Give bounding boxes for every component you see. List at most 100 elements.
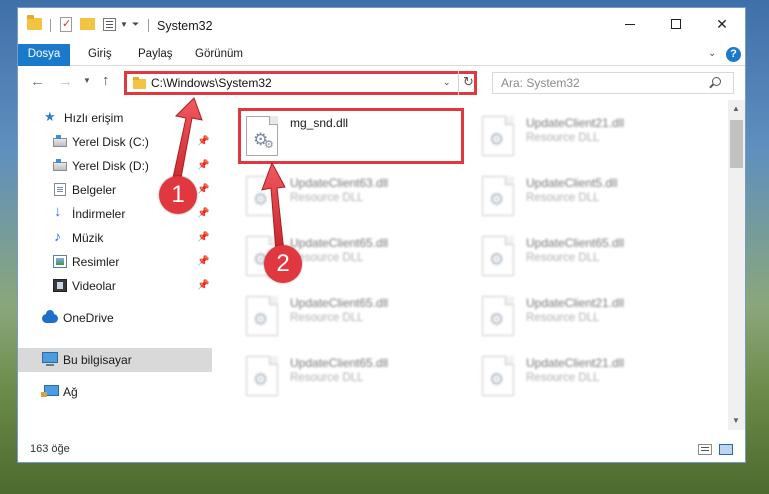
- file-type: Resource DLL: [526, 312, 600, 324]
- file-item[interactable]: ⚙ UpdateClient21.dll Resource DLL: [474, 348, 704, 404]
- pin-icon[interactable]: 📌: [197, 280, 209, 291]
- cloud-icon: [42, 310, 58, 323]
- gear-icon: ⚙: [253, 310, 269, 329]
- search-input[interactable]: Ara: System32: [492, 72, 734, 94]
- pin-icon[interactable]: 📌: [197, 136, 209, 147]
- scroll-down-icon[interactable]: ▼: [732, 416, 740, 425]
- file-name: UpdateClient65.dll: [526, 236, 625, 250]
- file-item[interactable]: ⚙ UpdateClient65.dll Resource DLL: [238, 348, 468, 404]
- new-folder-icon[interactable]: [80, 18, 95, 30]
- pin-icon[interactable]: 📌: [197, 256, 209, 267]
- view-options-icon[interactable]: [103, 18, 116, 31]
- vertical-scrollbar[interactable]: ▲ ▼: [728, 100, 745, 430]
- properties-icon[interactable]: [60, 17, 72, 32]
- tab-home[interactable]: Giriş: [78, 44, 122, 66]
- up-arrow-icon[interactable]: ↑: [102, 72, 110, 89]
- file-type: Resource DLL: [526, 372, 600, 384]
- address-dropdown-icon[interactable]: ⌄: [443, 77, 451, 88]
- customize-quick-access-icon[interactable]: ⏷: [132, 19, 139, 30]
- folder-icon: [133, 77, 146, 89]
- file-item[interactable]: ⚙ UpdateClient5.dll Resource DLL: [474, 168, 704, 224]
- videos-icon: [53, 279, 67, 292]
- tab-share[interactable]: Paylaş: [128, 44, 183, 66]
- scroll-up-icon[interactable]: ▲: [732, 104, 740, 113]
- back-arrow-icon[interactable]: ←: [30, 73, 45, 90]
- file-type: Resource DLL: [290, 192, 364, 204]
- dll-file-icon: ⚙: [482, 236, 514, 276]
- file-type: Resource DLL: [290, 372, 364, 384]
- recent-locations-icon[interactable]: ▼: [83, 76, 91, 85]
- pin-icon[interactable]: 📌: [197, 160, 209, 171]
- pin-icon[interactable]: 📌: [197, 232, 209, 243]
- toolbar-separator: [50, 19, 51, 32]
- dll-file-icon: ⚙: [246, 296, 278, 336]
- documents-icon: [54, 183, 66, 196]
- expand-ribbon-icon[interactable]: ⌄: [708, 48, 716, 59]
- sidebar-item-local-disk-d[interactable]: Yerel Disk (D:) 📌: [18, 154, 212, 178]
- pin-icon[interactable]: 📌: [197, 208, 209, 219]
- chevron-down-icon[interactable]: ▼: [120, 20, 128, 29]
- pin-icon[interactable]: 📌: [197, 184, 209, 195]
- help-icon[interactable]: ?: [726, 47, 741, 62]
- file-item[interactable]: ⚙ UpdateClient65.dll Resource DLL: [474, 228, 704, 284]
- highlight-box: [238, 108, 464, 164]
- address-path[interactable]: C:\Windows\System32: [151, 76, 272, 90]
- gear-icon: ⚙: [489, 190, 505, 209]
- sidebar-item-label: Bu bilgisayar: [63, 353, 132, 367]
- sidebar-item-pictures[interactable]: Resimler 📌: [18, 250, 212, 274]
- search-placeholder: Ara: System32: [501, 76, 580, 90]
- sidebar-item-music[interactable]: ♪ Müzik 📌: [18, 226, 212, 250]
- file-name: UpdateClient21.dll: [526, 116, 625, 130]
- file-item[interactable]: ⚙ UpdateClient21.dll Resource DLL: [474, 108, 704, 164]
- file-explorer-window: ▼ ⏷ System32 ✕ Dosya Giriş Paylaş Görünü…: [17, 7, 746, 463]
- navigation-pane: ★ Hızlı erişim Yerel Disk (C:) 📌 Yerel D…: [18, 106, 212, 436]
- disk-icon: [53, 135, 67, 147]
- search-icon[interactable]: [712, 77, 721, 86]
- minimize-button[interactable]: [607, 8, 653, 40]
- file-name: UpdateClient5.dll: [526, 176, 618, 190]
- download-icon: ↓: [54, 203, 62, 220]
- file-type: Resource DLL: [290, 312, 364, 324]
- tiles-view-icon[interactable]: [719, 444, 733, 455]
- sidebar-item-local-disk-c[interactable]: Yerel Disk (C:) 📌: [18, 130, 212, 154]
- file-item[interactable]: ⚙ UpdateClient65.dll Resource DLL: [238, 288, 468, 344]
- tab-view[interactable]: Görünüm: [185, 44, 253, 66]
- dll-file-icon: ⚙: [246, 176, 278, 216]
- maximize-icon: [671, 19, 681, 29]
- forward-arrow-icon[interactable]: →: [58, 73, 73, 90]
- folder-icon: [27, 15, 42, 30]
- sidebar-item-label: Yerel Disk (D:): [72, 159, 149, 173]
- dll-file-icon: ⚙: [482, 356, 514, 396]
- music-icon: ♪: [54, 228, 61, 244]
- sidebar-item-quick-access[interactable]: ★ Hızlı erişim: [18, 106, 212, 130]
- sidebar-item-label: Yerel Disk (C:): [72, 135, 149, 149]
- item-count: 163 öğe: [30, 443, 70, 455]
- file-type: Resource DLL: [526, 192, 600, 204]
- gear-icon: ⚙: [489, 370, 505, 389]
- sidebar-item-label: Resimler: [72, 255, 120, 269]
- gear-icon: ⚙: [253, 190, 269, 209]
- file-name: UpdateClient65.dll: [290, 356, 389, 370]
- sidebar-item-this-pc[interactable]: Bu bilgisayar: [18, 348, 212, 372]
- refresh-icon[interactable]: ↻: [458, 71, 478, 95]
- file-item[interactable]: ⚙ UpdateClient63.dll Resource DLL: [238, 168, 468, 224]
- sidebar-item-label: Ağ: [63, 385, 78, 399]
- file-type: Resource DLL: [526, 132, 600, 144]
- sidebar-item-network[interactable]: Ağ: [18, 380, 212, 404]
- scrollbar-thumb[interactable]: [730, 120, 743, 168]
- maximize-button[interactable]: [653, 8, 699, 40]
- title-bar: ▼ ⏷ System32 ✕: [18, 8, 745, 44]
- details-view-icon[interactable]: [698, 444, 712, 455]
- close-button[interactable]: ✕: [699, 8, 745, 40]
- file-name: UpdateClient63.dll: [290, 176, 389, 190]
- disk-icon: [53, 159, 67, 171]
- tab-file[interactable]: Dosya: [18, 44, 70, 66]
- title-separator: [148, 19, 149, 32]
- dll-file-icon: ⚙: [482, 296, 514, 336]
- file-item[interactable]: ⚙ UpdateClient21.dll Resource DLL: [474, 288, 704, 344]
- sidebar-item-onedrive[interactable]: OneDrive: [18, 306, 212, 330]
- file-name: UpdateClient65.dll: [290, 296, 389, 310]
- address-bar[interactable]: C:\Windows\System32 ⌄ ↻: [124, 71, 477, 95]
- sidebar-item-videos[interactable]: Videolar 📌: [18, 274, 212, 298]
- sidebar-item-label: İndirmeler: [72, 207, 126, 221]
